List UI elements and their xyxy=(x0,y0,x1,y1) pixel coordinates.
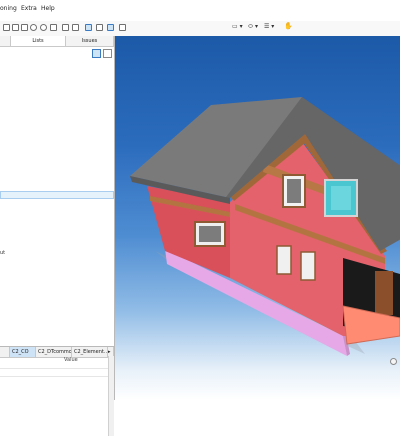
menu-item-positioning[interactable]: oning xyxy=(0,5,17,12)
redo-icon[interactable] xyxy=(40,24,47,31)
tab-model[interactable] xyxy=(0,36,11,47)
property-scrollbar[interactable] xyxy=(108,356,114,436)
hand-icon[interactable]: ✋ xyxy=(284,22,293,30)
selected-tree-row[interactable] xyxy=(0,191,114,199)
layers-dropdown[interactable]: ☰ ▾ xyxy=(264,23,274,30)
property-grid[interactable] xyxy=(0,365,108,436)
lower-window-right xyxy=(300,251,316,281)
orbit-icon[interactable] xyxy=(107,24,114,31)
filter-icon[interactable] xyxy=(92,49,101,58)
menu-item-help[interactable]: Help xyxy=(41,5,55,12)
tree-settings-icon[interactable] xyxy=(103,49,112,58)
upper-left-window-glass xyxy=(287,179,301,203)
entrance-door xyxy=(375,271,393,315)
view-mode-dropdown[interactable]: ▭ ▾ xyxy=(232,23,243,30)
tab-lists[interactable]: Lists xyxy=(11,36,66,47)
undo-icon[interactable] xyxy=(30,24,37,31)
3d-viewport[interactable] xyxy=(115,36,400,400)
value-column-header: Value xyxy=(64,357,78,363)
grid-row-divider xyxy=(0,376,108,377)
measure-icon[interactable] xyxy=(119,24,126,31)
house-model[interactable] xyxy=(115,36,400,400)
lower-window-left xyxy=(276,245,292,275)
toolbar-button[interactable] xyxy=(12,24,19,31)
camera-icon[interactable] xyxy=(50,24,57,31)
side-window-glass xyxy=(199,226,221,242)
cube-icon[interactable] xyxy=(72,24,79,31)
toolbar-button[interactable] xyxy=(3,24,10,31)
navigation-cube-icon[interactable] xyxy=(390,358,397,365)
toolbar: ▭ ▾ ⬭ ▾ ☰ ▾ ✋ xyxy=(0,21,400,37)
tree-toolbar xyxy=(0,47,114,61)
cube-outline-icon[interactable] xyxy=(96,24,103,31)
menu-item-extra[interactable]: Extra xyxy=(21,5,37,12)
shading-dropdown[interactable]: ⬭ ▾ xyxy=(248,23,258,31)
grid-row-divider xyxy=(0,368,108,369)
left-panel: Lists Issues ut C2_CO C2_DTcommon C2_Ele… xyxy=(0,36,115,436)
tab-issues[interactable]: Issues xyxy=(66,36,114,47)
model-tree[interactable]: ut xyxy=(0,60,114,322)
box-view-icon[interactable] xyxy=(62,24,69,31)
select-icon[interactable] xyxy=(85,24,92,31)
toolbar-button[interactable] xyxy=(21,24,28,31)
upper-right-window-glass xyxy=(331,186,351,210)
menu-bar: oning Extra Help xyxy=(0,0,400,22)
tree-item-label[interactable]: ut xyxy=(0,250,5,256)
